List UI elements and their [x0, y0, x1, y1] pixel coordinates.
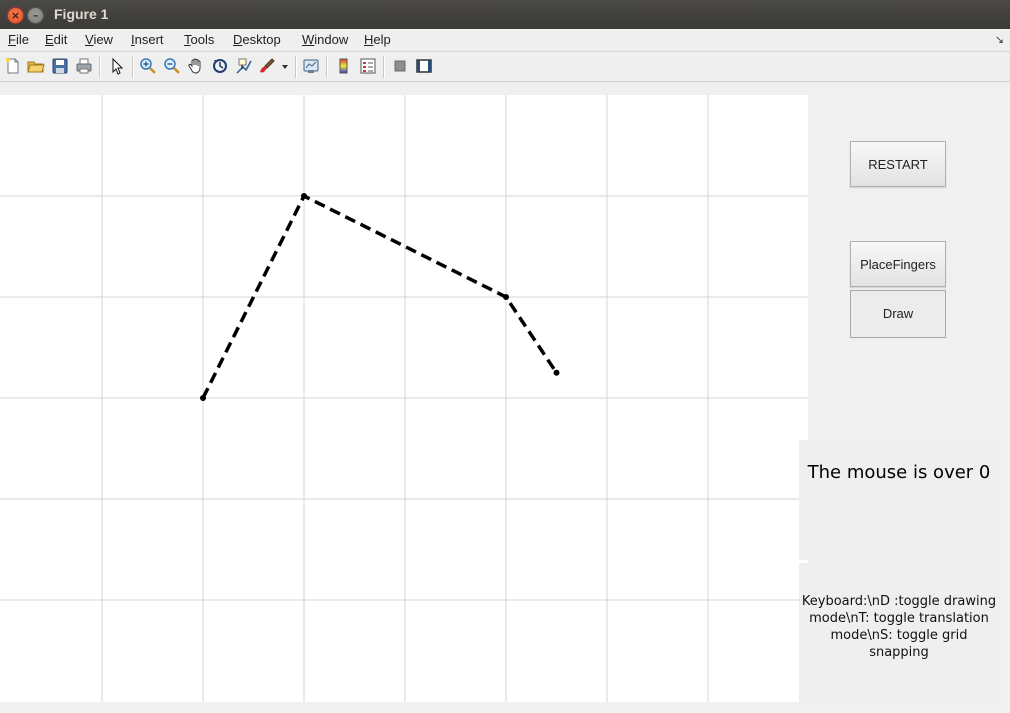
- hide-plot-tools-icon[interactable]: [391, 57, 409, 75]
- restart-button[interactable]: RESTART: [850, 141, 946, 187]
- minimize-icon: –: [32, 9, 39, 22]
- toolbar-separator: [132, 56, 134, 78]
- toolbar-separator: [326, 56, 328, 78]
- menubar-overflow-icon[interactable]: ↘: [995, 33, 1004, 46]
- window-title: Figure 1: [54, 6, 109, 22]
- menu-edit[interactable]: Edit: [45, 32, 67, 47]
- toolbar-separator: [295, 56, 297, 78]
- path-vertex-marker[interactable]: [503, 294, 509, 300]
- show-plot-tools-icon[interactable]: [415, 57, 433, 75]
- rotate-3d-icon[interactable]: [211, 57, 229, 75]
- minimize-window-button[interactable]: –: [27, 7, 44, 24]
- close-icon: ×: [10, 9, 21, 22]
- link-plot-icon[interactable]: [302, 57, 320, 75]
- draw-button[interactable]: Draw: [850, 290, 946, 338]
- help-line: mode\nT: toggle translation: [809, 611, 989, 626]
- close-window-button[interactable]: ×: [7, 7, 24, 24]
- title-bar: × – Figure 1: [0, 0, 1010, 30]
- menu-insert[interactable]: Insert: [131, 32, 164, 47]
- print-icon[interactable]: [75, 57, 93, 75]
- place-fingers-button[interactable]: PlaceFingers: [850, 241, 946, 287]
- edit-plot-arrow-icon[interactable]: [108, 57, 126, 75]
- help-line: mode\nS: toggle grid snapping: [830, 628, 968, 660]
- colorbar-icon[interactable]: [335, 57, 353, 75]
- data-cursor-icon[interactable]: [235, 57, 253, 75]
- toolbar-separator: [99, 56, 101, 78]
- save-icon[interactable]: [51, 57, 69, 75]
- zoom-out-icon[interactable]: [163, 57, 181, 75]
- new-figure-icon[interactable]: [4, 57, 22, 75]
- brush-icon[interactable]: [258, 57, 276, 75]
- mouse-status-text: The mouse is over 0: [807, 462, 991, 483]
- open-file-icon[interactable]: [27, 57, 45, 75]
- menu-file[interactable]: File: [8, 32, 29, 47]
- menu-bar: File Edit View Insert Tools Desktop Wind…: [0, 29, 1010, 52]
- menu-help[interactable]: Help: [364, 32, 391, 47]
- plot-canvas[interactable]: [0, 95, 808, 702]
- brush-dropdown-icon[interactable]: [281, 64, 289, 70]
- path-vertex-marker[interactable]: [301, 193, 307, 199]
- keyboard-help-text: Keyboard:\nD :toggle drawing mode\nT: to…: [799, 593, 999, 661]
- legend-icon[interactable]: [359, 57, 377, 75]
- status-panel: [799, 440, 1001, 560]
- path-vertex-marker[interactable]: [200, 395, 206, 401]
- keyboard-help-panel: Keyboard:\nD :toggle drawing mode\nT: to…: [799, 563, 1001, 703]
- menu-window[interactable]: Window: [302, 32, 348, 47]
- pan-hand-icon[interactable]: [187, 57, 205, 75]
- zoom-in-icon[interactable]: [139, 57, 157, 75]
- help-line: Keyboard:\nD :toggle drawing: [801, 594, 997, 609]
- path-vertex-marker[interactable]: [553, 369, 560, 376]
- toolbar-separator: [383, 56, 385, 78]
- menu-tools[interactable]: Tools: [184, 32, 214, 47]
- toolbar: [0, 52, 1010, 82]
- menu-desktop[interactable]: Desktop: [233, 32, 281, 47]
- menu-view[interactable]: View: [85, 32, 113, 47]
- plot-axes[interactable]: [0, 95, 808, 702]
